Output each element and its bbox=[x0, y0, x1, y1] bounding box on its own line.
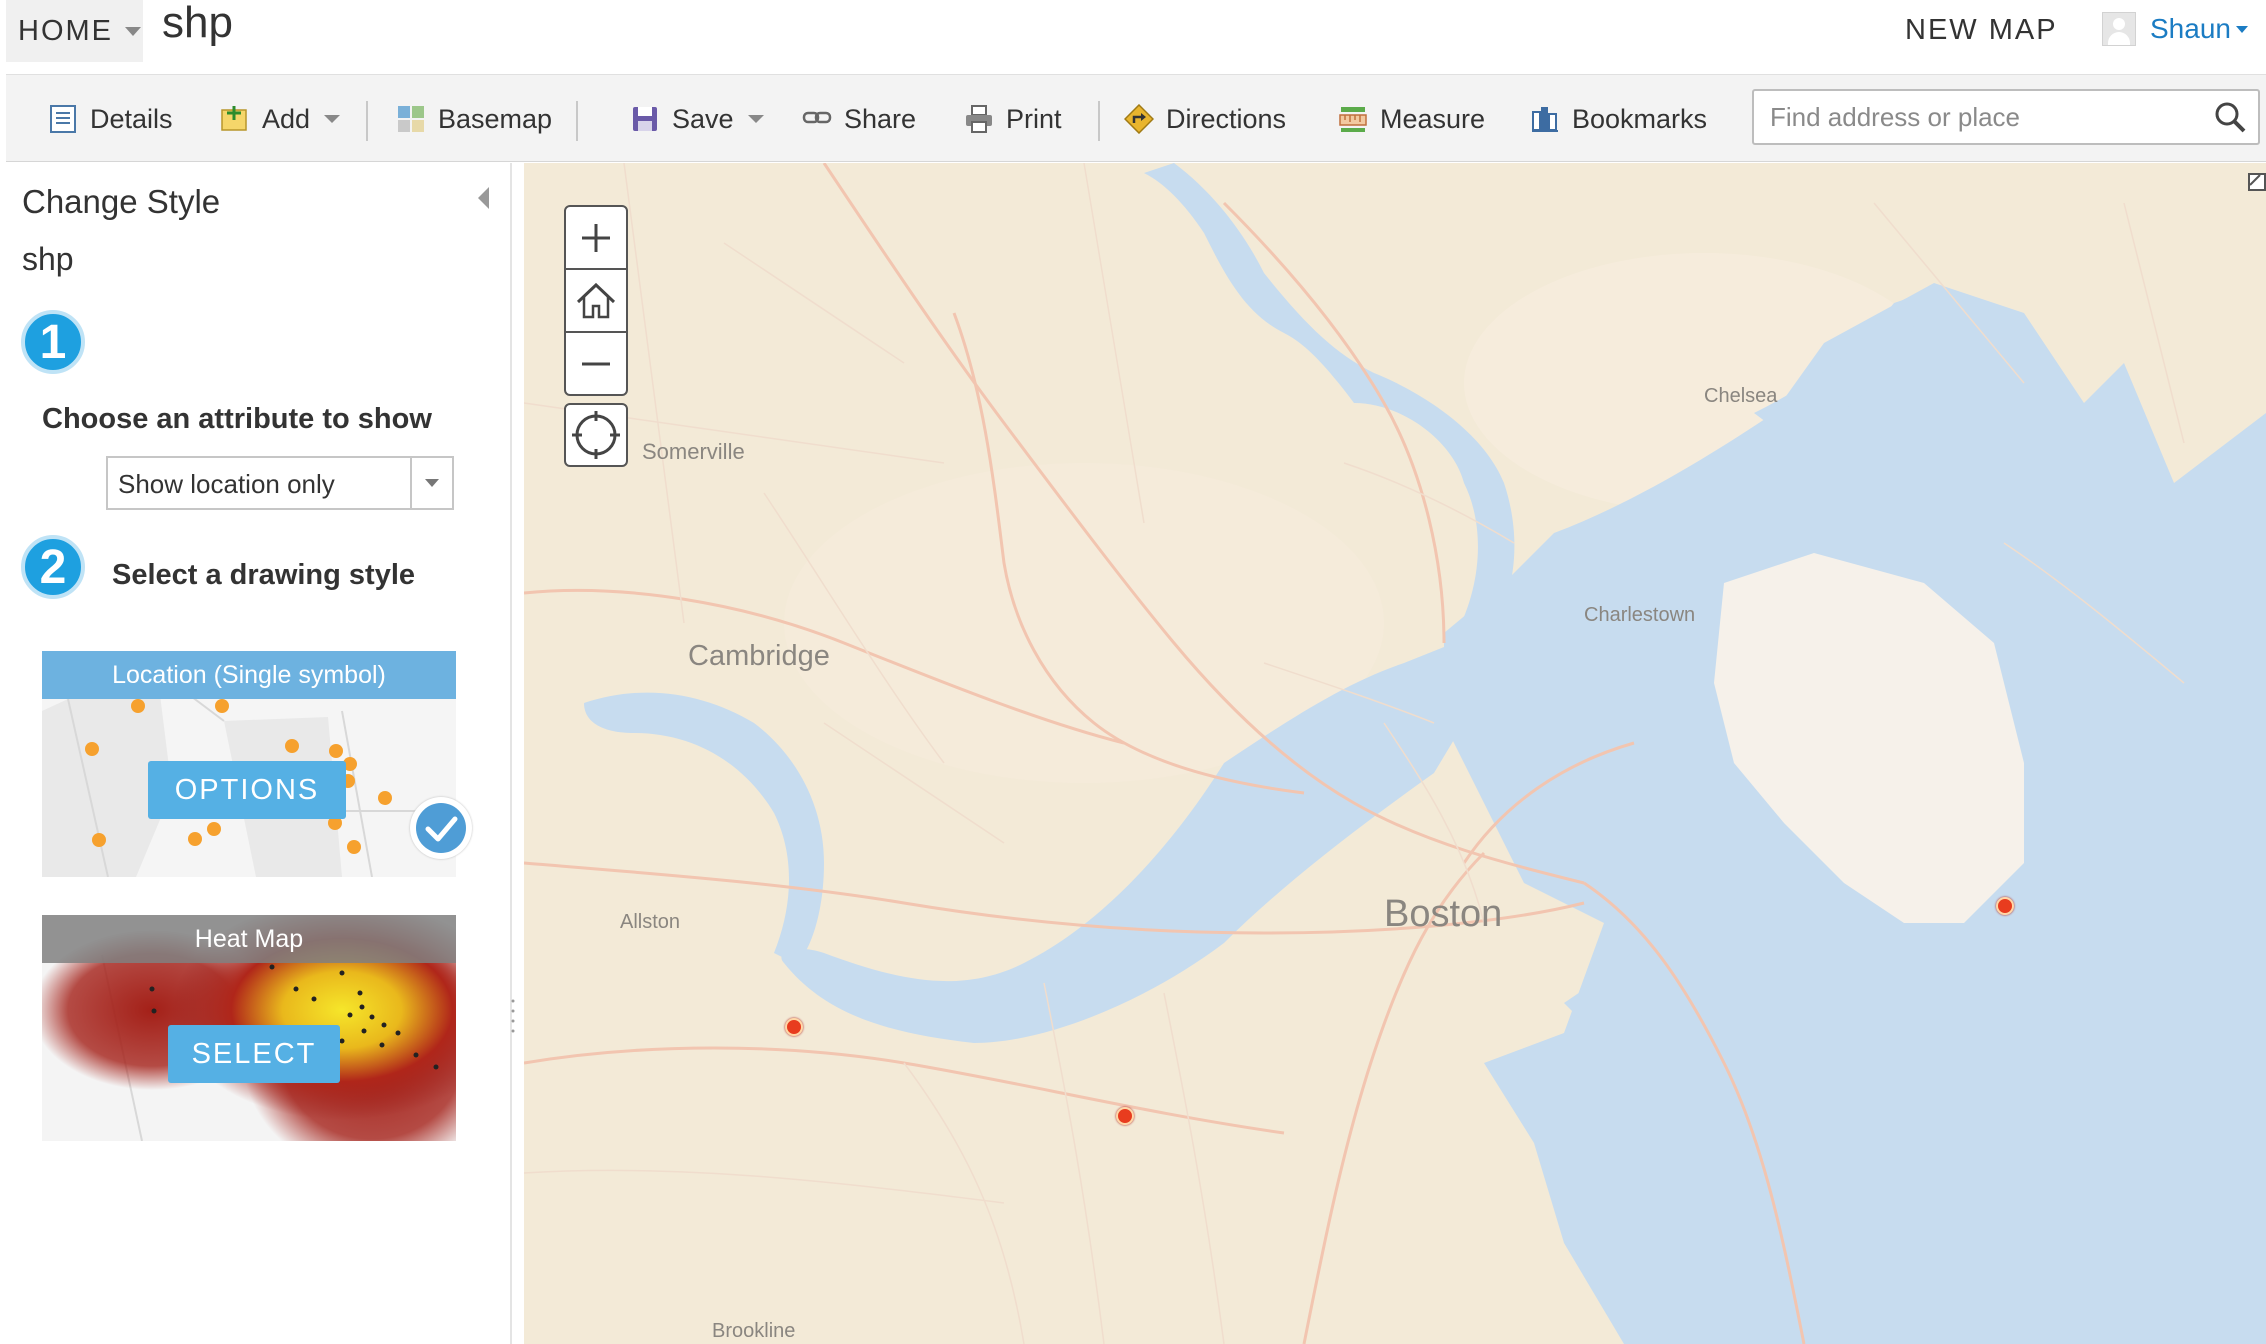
avatar bbox=[2102, 12, 2136, 46]
toolbar-divider bbox=[366, 101, 368, 141]
new-map-button[interactable]: NEW MAP bbox=[1905, 14, 2058, 47]
details-button[interactable]: Details bbox=[48, 75, 173, 163]
map-view[interactable]: Somerville Chelsea Charlestown Cambridge… bbox=[524, 163, 2266, 1344]
toolbar-divider bbox=[576, 101, 578, 141]
search-input[interactable] bbox=[1768, 91, 2192, 143]
add-icon bbox=[220, 104, 250, 134]
select-button[interactable]: SELECT bbox=[168, 1025, 340, 1083]
feature-point-marker[interactable] bbox=[785, 1018, 803, 1036]
panel-heading: Change Style bbox=[22, 183, 221, 220]
details-label: Details bbox=[90, 103, 173, 134]
expand-icon[interactable] bbox=[2244, 169, 2266, 191]
home-label: HOME bbox=[18, 14, 113, 47]
step-1-badge: 1 bbox=[21, 310, 85, 374]
style-card-title: Location (Single symbol) bbox=[42, 651, 456, 699]
chevron-down-icon bbox=[425, 479, 439, 487]
plus-icon bbox=[582, 223, 610, 252]
printer-icon bbox=[964, 104, 994, 134]
map-title: shp bbox=[162, 0, 233, 47]
step-2-badge: 2 bbox=[21, 535, 85, 599]
locate-button[interactable] bbox=[564, 403, 628, 467]
details-icon bbox=[48, 104, 78, 134]
attribute-select[interactable]: Show location only bbox=[106, 456, 454, 510]
save-button[interactable]: Save bbox=[630, 75, 764, 163]
select-arrow bbox=[410, 458, 452, 508]
home-icon bbox=[576, 282, 616, 318]
basemap-label: Basemap bbox=[438, 103, 553, 134]
directions-label: Directions bbox=[1166, 103, 1287, 134]
basemap-canvas bbox=[524, 163, 2266, 1344]
attribute-select-value: Show location only bbox=[118, 469, 335, 499]
print-label: Print bbox=[1006, 103, 1062, 134]
toolbar: Details Add Basemap Save Share Print Dir… bbox=[6, 74, 2266, 162]
feature-point-marker[interactable] bbox=[1996, 897, 2014, 915]
home-menu-button[interactable]: HOME bbox=[6, 0, 143, 62]
crosshair-icon bbox=[572, 411, 620, 459]
layer-name: shp bbox=[22, 241, 74, 277]
place-label-somerville: Somerville bbox=[642, 439, 745, 464]
place-label-charlestown: Charlestown bbox=[1584, 604, 1696, 626]
basemap-button[interactable]: Basemap bbox=[396, 75, 552, 163]
print-button[interactable]: Print bbox=[964, 75, 1062, 163]
chevron-down-icon bbox=[2235, 25, 2248, 33]
panel-resize-handle[interactable] bbox=[510, 995, 516, 1035]
zoom-in-button[interactable] bbox=[566, 207, 626, 268]
default-extent-button[interactable] bbox=[566, 268, 626, 331]
top-bar: HOME shp NEW MAP Shaun bbox=[0, 0, 2266, 72]
search-icon[interactable] bbox=[2214, 101, 2246, 133]
place-label-boston: Boston bbox=[1384, 893, 1503, 935]
minus-icon bbox=[582, 362, 610, 365]
share-link-icon bbox=[802, 104, 832, 134]
place-label-cambridge: Cambridge bbox=[688, 640, 830, 672]
user-name: Shaun bbox=[2150, 13, 2231, 44]
measure-label: Measure bbox=[1380, 103, 1486, 134]
measure-button[interactable]: Measure bbox=[1338, 75, 1485, 163]
bookmarks-label: Bookmarks bbox=[1572, 103, 1708, 134]
place-label-allston: Allston bbox=[620, 911, 681, 933]
user-menu[interactable]: Shaun bbox=[2102, 12, 2248, 46]
share-button[interactable]: Share bbox=[802, 75, 916, 163]
options-button[interactable]: OPTIONS bbox=[148, 761, 346, 819]
step-1-label: Choose an attribute to show bbox=[42, 403, 432, 435]
toolbar-divider bbox=[1098, 101, 1100, 141]
add-button[interactable]: Add bbox=[220, 75, 341, 163]
save-icon bbox=[630, 104, 660, 134]
style-card-location[interactable]: Location (Single symbol) OPTIONS bbox=[42, 651, 456, 877]
measure-ruler-icon bbox=[1338, 104, 1368, 134]
zoom-out-button[interactable] bbox=[566, 331, 626, 394]
style-card-heatmap[interactable]: Heat Map SELECT bbox=[42, 915, 456, 1141]
chevron-down-icon bbox=[324, 115, 341, 123]
share-label: Share bbox=[844, 103, 917, 134]
directions-icon bbox=[1123, 103, 1155, 135]
save-label: Save bbox=[672, 103, 734, 134]
place-label-chelsea: Chelsea bbox=[1704, 385, 1778, 407]
chevron-down-icon bbox=[125, 26, 141, 36]
bookmarks-button[interactable]: Bookmarks bbox=[1530, 75, 1707, 163]
search-box bbox=[1752, 89, 2260, 145]
place-label-brookline: Brookline bbox=[712, 1320, 796, 1342]
feature-point-marker[interactable] bbox=[1116, 1107, 1134, 1125]
basemap-icon bbox=[396, 104, 426, 134]
zoom-controls bbox=[564, 205, 628, 396]
selected-check-icon bbox=[410, 797, 472, 859]
step-2-label: Select a drawing style bbox=[112, 559, 416, 591]
bookmarks-icon bbox=[1530, 104, 1560, 134]
chevron-down-icon bbox=[747, 115, 764, 123]
change-style-panel: Change Style shp 1 Choose an attribute t… bbox=[6, 163, 512, 1344]
collapse-panel-icon[interactable] bbox=[478, 187, 489, 209]
style-card-title: Heat Map bbox=[42, 915, 456, 963]
directions-button[interactable]: Directions bbox=[1123, 75, 1287, 163]
add-label: Add bbox=[262, 103, 311, 134]
